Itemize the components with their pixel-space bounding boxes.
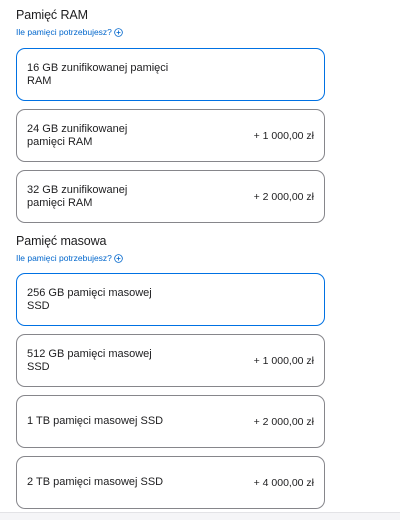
storage-option-price: + 4 000,00 zł [253,476,314,489]
ram-option-24gb[interactable]: 24 GB zunifikowanej pamięci RAM + 1 000,… [16,109,325,162]
ram-option-16gb[interactable]: 16 GB zunifikowanej pamięci RAM [16,48,325,101]
ram-option-label: 32 GB zunifikowanej pamięci RAM [27,184,128,209]
ram-option-label: 16 GB zunifikowanej pamięci RAM [27,62,169,87]
plus-circle-icon [114,253,123,263]
storage-option-2tb[interactable]: 2 TB pamięci masowej SSD + 4 000,00 zł [16,456,325,509]
ram-option-32gb[interactable]: 32 GB zunifikowanej pamięci RAM + 2 000,… [16,170,325,223]
ram-option-label: 24 GB zunifikowanej pamięci RAM [27,123,128,148]
storage-option-price: + 1 000,00 zł [253,354,314,367]
storage-option-label: 2 TB pamięci masowej SSD [27,476,164,489]
storage-help-link-label: Ile pamięci potrzebujesz? [16,253,112,263]
ram-option-price: + 1 000,00 zł [253,129,314,142]
storage-help-link[interactable]: Ile pamięci potrzebujesz? [16,253,123,263]
storage-option-1tb[interactable]: 1 TB pamięci masowej SSD + 2 000,00 zł [16,395,325,448]
ram-option-price: + 2 000,00 zł [253,190,314,203]
storage-option-label: 512 GB pamięci masowej SSD [27,348,152,373]
ram-help-link-label: Ile pamięci potrzebujesz? [16,27,112,37]
storage-option-price: + 2 000,00 zł [253,415,314,428]
ram-section-title: Pamięć RAM [16,8,88,22]
storage-option-512gb[interactable]: 512 GB pamięci masowej SSD + 1 000,00 zł [16,334,325,387]
storage-section-title: Pamięć masowa [16,234,107,248]
plus-circle-icon [114,27,123,37]
storage-option-label: 256 GB pamięci masowej SSD [27,287,152,312]
storage-option-label: 1 TB pamięci masowej SSD [27,415,164,428]
storage-option-256gb[interactable]: 256 GB pamięci masowej SSD [16,273,325,326]
ram-help-link[interactable]: Ile pamięci potrzebujesz? [16,27,123,37]
